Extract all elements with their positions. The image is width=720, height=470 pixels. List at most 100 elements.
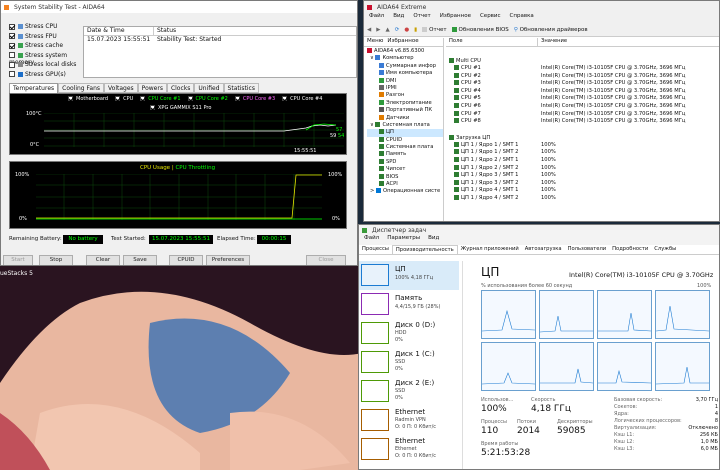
tree-item-os[interactable]: > Операционная систе bbox=[367, 188, 443, 195]
tree-item-computer[interactable]: ∨ Компьютер bbox=[367, 55, 443, 62]
tree-item-dmi[interactable]: DMI bbox=[367, 77, 443, 85]
menu-report[interactable]: Отчет bbox=[413, 13, 430, 23]
load-row[interactable]: ЦП 1 / Ядро 3 / SMT 2 100% bbox=[446, 179, 719, 188]
tm-side-disk1[interactable]: Диск 1 (C:) SSD 0% bbox=[359, 348, 459, 377]
preferences-button[interactable]: Preferences bbox=[206, 255, 250, 265]
chart-icon[interactable]: ▮ bbox=[414, 27, 417, 33]
stress-cache-option[interactable]: Stress cache bbox=[9, 42, 84, 52]
tm-menu-options[interactable]: Параметры bbox=[387, 235, 420, 245]
cpuid-button[interactable]: CPUID bbox=[169, 255, 203, 265]
legend-core2-checkbox[interactable] bbox=[187, 96, 193, 101]
tree-tab-favorites[interactable]: Избранное bbox=[387, 38, 418, 46]
legend-core4[interactable]: CPU Core #4 bbox=[282, 96, 322, 102]
tm-tab-users[interactable]: Пользователи bbox=[565, 245, 610, 254]
stress-gpu-checkbox[interactable] bbox=[9, 71, 15, 77]
log-row[interactable]: 15.07.2023 15:55:51 Stability Test: Star… bbox=[84, 36, 356, 45]
stress-cache-checkbox[interactable] bbox=[9, 42, 15, 49]
tree-item-ipmi[interactable]: IPMI bbox=[367, 84, 443, 92]
stress-cpu-option[interactable]: Stress CPU bbox=[9, 23, 84, 33]
tab-unified[interactable]: Unified bbox=[194, 83, 224, 93]
tm-side-disk0[interactable]: Диск 0 (D:) HDD 0% bbox=[359, 319, 459, 348]
cpu-row[interactable]: CPU #6 Intel(R) Core(TM) i3-10105F CPU @ … bbox=[446, 102, 719, 111]
tree-item-cpuid[interactable]: CPUID bbox=[367, 136, 443, 144]
legend-core4-checkbox[interactable] bbox=[282, 96, 288, 101]
legend-core3-checkbox[interactable] bbox=[234, 96, 240, 101]
close-button[interactable]: Close bbox=[306, 255, 346, 265]
tab-clocks[interactable]: Clocks bbox=[166, 83, 195, 93]
back-icon[interactable]: ◀ bbox=[367, 27, 371, 33]
tree-item-acpi[interactable]: ACPI bbox=[367, 181, 443, 188]
tm-tab-services[interactable]: Службы bbox=[651, 245, 679, 254]
tree-item-board[interactable]: Системная плата bbox=[367, 144, 443, 151]
tree-item-summary[interactable]: Суммарная инфор bbox=[367, 62, 443, 70]
tm-tab-startup[interactable]: Автозагрузка bbox=[522, 245, 565, 254]
tree-item-cpu[interactable]: ЦП bbox=[367, 129, 443, 137]
tree-item-chipset[interactable]: Чипсет bbox=[367, 166, 443, 173]
log-col-date[interactable]: Date & Time bbox=[84, 27, 154, 35]
tree-item-bios[interactable]: BIOS bbox=[367, 173, 443, 181]
tm-side-memory[interactable]: Память 4,4/15,9 ГБ (28%) bbox=[359, 290, 459, 319]
stress-disks-option[interactable]: Stress local disks bbox=[9, 61, 84, 71]
stress-disks-checkbox[interactable] bbox=[9, 61, 15, 68]
tm-side-ethernet2[interactable]: Ethernet Ethernet О: 0 П: 0 Кбит/с bbox=[359, 435, 459, 464]
tree-item-memory[interactable]: Память bbox=[367, 151, 443, 158]
legend-cpu[interactable]: CPU bbox=[115, 96, 133, 102]
tm-tab-processes[interactable]: Процессы bbox=[359, 245, 392, 254]
legend-motherboard-checkbox[interactable] bbox=[68, 96, 73, 101]
cpu-row[interactable]: CPU #4 Intel(R) Core(TM) i3-10105F CPU @ … bbox=[446, 87, 719, 96]
stress-fpu-checkbox[interactable] bbox=[9, 33, 15, 39]
tm-side-disk2[interactable]: Диск 2 (E:) SSD 0% bbox=[359, 377, 459, 406]
driver-update-button[interactable]: ⚲ Обновления драйверов bbox=[514, 27, 588, 33]
stress-fpu-option[interactable]: Stress FPU bbox=[9, 33, 84, 43]
clear-button[interactable]: Clear bbox=[86, 255, 120, 265]
cpu-row[interactable]: CPU #7 Intel(R) Core(TM) i3-10105F CPU @ … bbox=[446, 110, 719, 119]
tm-menu-view[interactable]: Вид bbox=[428, 235, 439, 245]
tree-item-sensors[interactable]: Датчики bbox=[367, 114, 443, 122]
menu-file[interactable]: Файл bbox=[369, 13, 384, 23]
tree-item-motherboard[interactable]: ∨ Системная плата bbox=[367, 121, 443, 129]
load-row[interactable]: ЦП 1 / Ядро 2 / SMT 1 100% bbox=[446, 156, 719, 165]
cpu-row[interactable]: CPU #8 Intel(R) Core(TM) i3-10105F CPU @ … bbox=[446, 118, 719, 126]
report-button[interactable]: Отчет bbox=[422, 26, 447, 33]
legend-motherboard[interactable]: Motherboard bbox=[68, 96, 108, 102]
tab-cooling-fans[interactable]: Cooling Fans bbox=[58, 83, 105, 93]
stress-cpu-checkbox[interactable] bbox=[9, 23, 15, 30]
col-field[interactable]: Поле bbox=[446, 38, 538, 46]
stress-gpu-option[interactable]: Stress GPU(s) bbox=[9, 71, 84, 81]
tree-item-overclock[interactable]: Разгон bbox=[367, 92, 443, 99]
col-value[interactable]: Значение bbox=[538, 38, 567, 46]
legend-core2[interactable]: CPU Core #2 bbox=[187, 96, 228, 102]
load-row[interactable]: ЦП 1 / Ядро 4 / SMT 1 100% bbox=[446, 187, 719, 195]
tm-tab-details[interactable]: Подробности bbox=[609, 245, 651, 254]
cpu-row[interactable]: CPU #1 Intel(R) Core(TM) i3-10105F CPU @ … bbox=[446, 65, 719, 73]
refresh-icon[interactable]: ⟳ bbox=[395, 27, 400, 33]
up-icon[interactable]: ▲ bbox=[385, 27, 389, 33]
menu-tools[interactable]: Сервис bbox=[480, 13, 501, 23]
save-button[interactable]: Save bbox=[123, 255, 157, 265]
legend-cpu-checkbox[interactable] bbox=[115, 96, 121, 101]
cpu-row[interactable]: CPU #5 Intel(R) Core(TM) i3-10105F CPU @ … bbox=[446, 95, 719, 103]
stress-memory-checkbox[interactable] bbox=[9, 52, 15, 58]
forward-icon[interactable]: ▶ bbox=[376, 27, 380, 33]
tab-powers[interactable]: Powers bbox=[137, 83, 167, 93]
start-button[interactable]: Start bbox=[3, 255, 33, 265]
load-row[interactable]: ЦП 1 / Ядро 2 / SMT 2 100% bbox=[446, 164, 719, 173]
legend-ssd[interactable]: XPG GAMMIX S11 Pro bbox=[150, 105, 211, 111]
tree-item-computer-name[interactable]: Имя компьютера bbox=[367, 70, 443, 77]
stress-memory-option[interactable]: Stress system memory bbox=[9, 52, 84, 66]
tm-tab-app-history[interactable]: Журнал приложений bbox=[458, 245, 522, 254]
menu-help[interactable]: Справка bbox=[510, 13, 534, 23]
tm-side-ethernet1[interactable]: Ethernet Radmin VPN О: 0 П: 0 Кбит/с bbox=[359, 406, 459, 435]
bluestacks-shortcut[interactable]: ueStacks 5 bbox=[0, 270, 40, 282]
load-row[interactable]: ЦП 1 / Ядро 3 / SMT 1 100% bbox=[446, 172, 719, 180]
tree-tab-menu[interactable]: Меню bbox=[367, 38, 383, 46]
cpu-row[interactable]: CPU #2 Intel(R) Core(TM) i3-10105F CPU @ … bbox=[446, 72, 719, 81]
menu-favorites[interactable]: Избранное bbox=[440, 13, 471, 23]
legend-core3[interactable]: CPU Core #3 bbox=[234, 96, 275, 102]
tm-side-cpu[interactable]: ЦП 100% 4,18 ГГц bbox=[359, 261, 459, 290]
stop-button[interactable]: Stop bbox=[39, 255, 73, 265]
load-row[interactable]: ЦП 1 / Ядро 1 / SMT 1 100% bbox=[446, 141, 719, 150]
load-row[interactable]: ЦП 1 / Ядро 1 / SMT 2 100% bbox=[446, 149, 719, 157]
user-icon[interactable]: ● bbox=[404, 27, 409, 33]
tab-temperatures[interactable]: Temperatures bbox=[9, 83, 59, 93]
